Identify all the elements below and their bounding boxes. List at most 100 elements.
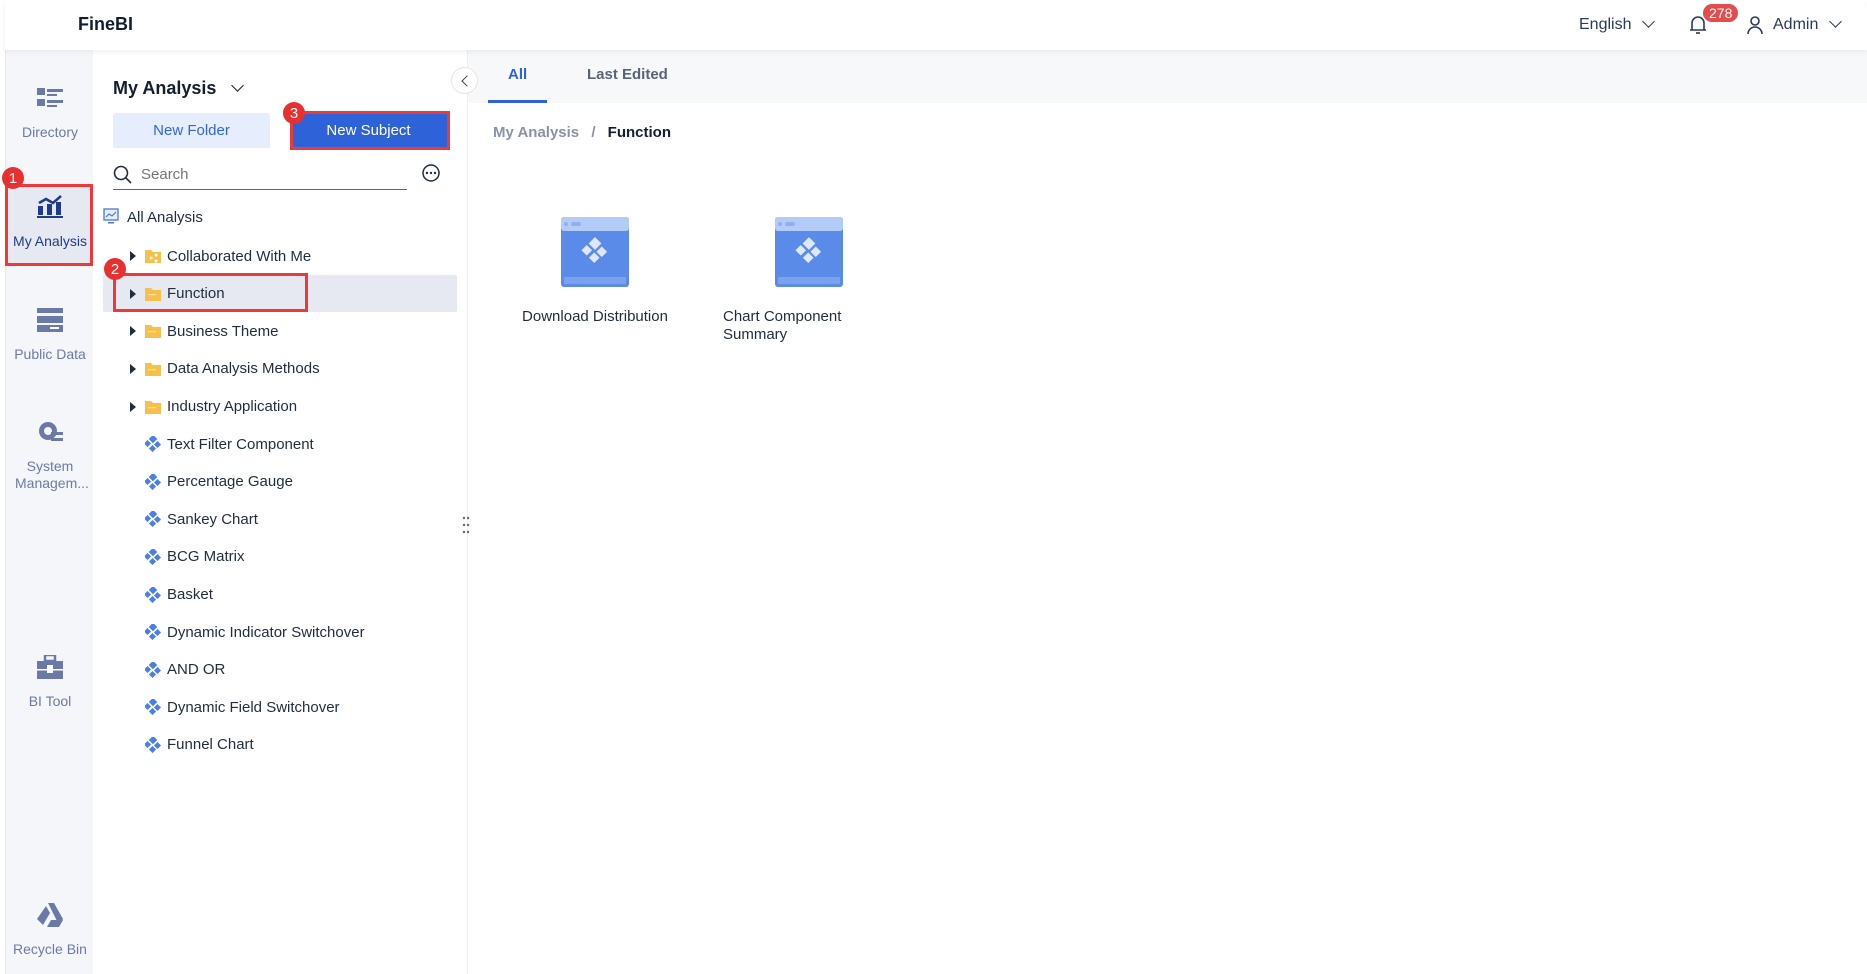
- rail-label: BI Tool: [28, 693, 72, 709]
- tree-item[interactable]: Percentage Gauge: [103, 463, 457, 500]
- rail-item-bi-tool[interactable]: BI Tool: [6, 655, 94, 709]
- breadcrumb: My Analysis / Function: [493, 124, 671, 141]
- logo: FineBI: [78, 14, 134, 34]
- tree-item-label: Business Theme: [167, 322, 279, 340]
- subject-card[interactable]: Chart Component Summary: [723, 217, 873, 344]
- rail-item-my-analysis[interactable]: My Analysis: [6, 185, 94, 265]
- new-subject-button[interactable]: New Subject: [290, 113, 447, 148]
- rail-label: Recycle Bin: [13, 941, 87, 957]
- tree-item[interactable]: Function: [103, 275, 457, 313]
- expand-arrow-icon[interactable]: [130, 363, 136, 374]
- tree-item[interactable]: BCG Matrix: [103, 538, 457, 575]
- analysis-panel: My Analysis New Folder New Subject All A…: [93, 50, 468, 974]
- tree-item[interactable]: Dynamic Field Switchover: [103, 689, 457, 726]
- search-box: [113, 160, 407, 190]
- subject-thumbnail-icon: [561, 217, 629, 292]
- tree-item-label: BCG Matrix: [167, 548, 245, 566]
- tree-item[interactable]: Industry Application: [103, 388, 457, 425]
- subject-icon: [145, 624, 161, 641]
- step-marker-2: 2: [104, 258, 126, 280]
- more-options-icon[interactable]: [421, 163, 441, 183]
- tree-item[interactable]: Sankey Chart: [103, 501, 457, 538]
- rail-label: My Analysis: [13, 233, 87, 249]
- breadcrumb-separator: /: [591, 124, 596, 141]
- breadcrumb-parent[interactable]: My Analysis: [493, 124, 579, 141]
- rail-item-recycle-bin[interactable]: Recycle Bin: [6, 903, 94, 957]
- language-select[interactable]: English: [1579, 15, 1655, 34]
- breadcrumb-current: Function: [607, 124, 671, 141]
- resize-handle[interactable]: [462, 516, 470, 534]
- tree-item-label: Data Analysis Methods: [167, 360, 320, 378]
- collapse-panel-button[interactable]: [451, 67, 478, 94]
- subject-icon: [145, 699, 161, 716]
- tree-item-label: Sankey Chart: [167, 510, 258, 528]
- tree-item-label: Collaborated With Me: [167, 247, 312, 265]
- tree-item[interactable]: Text Filter Component: [103, 426, 457, 463]
- folder-icon: [145, 324, 161, 339]
- tree-item[interactable]: AND OR: [103, 651, 457, 688]
- folder-icon: [145, 287, 161, 301]
- tab-all[interactable]: All: [508, 66, 527, 83]
- tree-item[interactable]: Collaborated With Me: [103, 238, 457, 275]
- rail-label: Public Data: [14, 346, 86, 362]
- step-marker-3: 3: [283, 102, 305, 124]
- subject-name: Download Distribution: [522, 308, 668, 325]
- public-data-icon: [37, 308, 63, 332]
- expand-arrow-icon[interactable]: [130, 251, 136, 262]
- all-analysis-icon: [103, 207, 119, 228]
- subject-icon: [145, 473, 161, 490]
- user-name: Admin: [1773, 16, 1819, 33]
- step-marker-1: 1: [2, 167, 24, 189]
- rail-label: Directory: [21, 124, 78, 140]
- subject-icon: [145, 586, 161, 603]
- expand-arrow-icon[interactable]: [130, 401, 136, 412]
- bi-tool-icon: [37, 655, 63, 679]
- tree-item[interactable]: Business Theme: [103, 313, 457, 350]
- tree-item-label: All Analysis: [127, 209, 203, 226]
- folder-icon: [145, 400, 161, 414]
- search-input[interactable]: [141, 166, 381, 183]
- tree-item[interactable]: Dynamic Indicator Switchover: [103, 614, 457, 651]
- tree-item-label: Text Filter Component: [167, 435, 314, 453]
- my-analysis-icon: [37, 195, 63, 218]
- search-icon: [113, 165, 132, 184]
- chevron-down-icon: [1642, 15, 1655, 28]
- rail-item-system-management[interactable]: System Managem...: [6, 418, 94, 492]
- recycle-bin-icon: [37, 903, 63, 927]
- directory-icon: [37, 88, 63, 107]
- tree-item-label: Funnel Chart: [167, 736, 254, 754]
- rail-item-directory[interactable]: Directory: [6, 88, 94, 140]
- chevron-left-icon: [460, 74, 473, 87]
- shared-folder-icon: [145, 249, 161, 264]
- tree-item-label: Industry Application: [167, 398, 298, 415]
- user-menu[interactable]: Admin: [1773, 15, 1842, 34]
- language-label: English: [1579, 16, 1632, 33]
- tree-item[interactable]: Basket: [103, 576, 457, 613]
- tree-item-label: AND OR: [167, 661, 226, 679]
- tree-item[interactable]: Data Analysis Methods: [103, 350, 457, 387]
- new-folder-button[interactable]: New Folder: [113, 113, 270, 148]
- tree-item-label: Basket: [167, 586, 213, 603]
- tab-last-edited[interactable]: Last Edited: [587, 66, 668, 83]
- expand-arrow-icon[interactable]: [130, 288, 136, 299]
- subject-icon: [145, 661, 161, 678]
- chevron-down-icon: [231, 79, 245, 92]
- system-management-icon: [39, 422, 63, 441]
- notification-badge: 278: [1703, 4, 1739, 22]
- left-rail: Directory My Analysis Public Data System…: [5, 50, 94, 974]
- panel-title[interactable]: My Analysis: [113, 78, 245, 99]
- subject-name: Chart Component Summary: [723, 308, 842, 343]
- active-tab-indicator: [488, 100, 547, 103]
- subject-icon: [145, 511, 161, 528]
- tree-item-label: Dynamic Field Switchover: [167, 698, 340, 716]
- subject-card[interactable]: Download Distribution: [515, 217, 675, 326]
- tree-item[interactable]: Funnel Chart: [103, 726, 457, 763]
- subject-icon: [145, 436, 161, 453]
- rail-label: System Managem...: [15, 458, 89, 491]
- rail-item-public-data[interactable]: Public Data: [6, 308, 94, 362]
- tree-item[interactable]: All Analysis: [103, 199, 457, 236]
- chevron-down-icon: [1828, 15, 1842, 28]
- expand-arrow-icon[interactable]: [130, 326, 136, 337]
- user-icon: [1747, 16, 1763, 35]
- tree-item-label: Function: [167, 285, 225, 303]
